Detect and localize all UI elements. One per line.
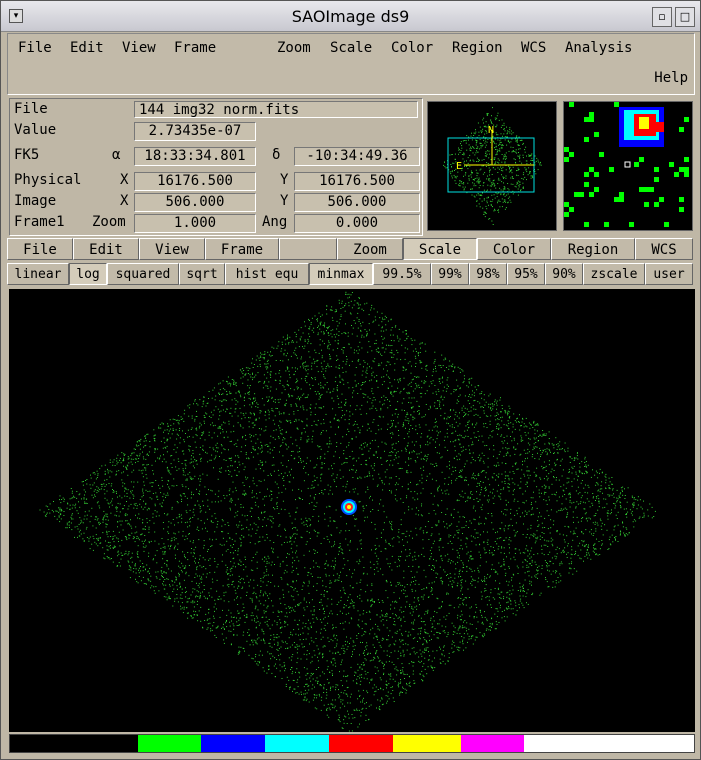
east-label: E [456,161,462,172]
btn-file[interactable]: File [7,238,73,260]
panner-view[interactable]: N E [427,101,557,231]
scale-squared[interactable]: squared [107,263,179,285]
value-label: Value [14,122,57,138]
zoom-label: Zoom [92,214,126,230]
physical-y-label: Y [280,172,289,188]
panner-svg: N E [443,107,542,225]
menu-help[interactable]: Help [654,70,688,86]
image-svg [39,291,656,732]
colorbar-segment [201,735,266,752]
ang-label: Ang [262,214,288,230]
ang-value: 0.000 [294,214,420,233]
colorbar-segment [524,735,694,752]
scale-minmax[interactable]: minmax [309,263,373,285]
scale-90[interactable]: 90% [545,263,583,285]
menu-analysis[interactable]: Analysis [565,40,632,56]
frame-label: Frame1 [14,214,65,230]
image-canvas[interactable] [9,289,695,732]
file-value: 144_img32_norm.fits [134,101,418,118]
menu-scale[interactable]: Scale [330,40,372,56]
image-x-label: X [120,193,129,209]
menu-frame[interactable]: Frame [174,40,216,56]
title-bar: ▾ SAOImage ds9 ▫ □ [1,1,700,32]
value-value: 2.73435e-07 [134,122,256,141]
colorbar[interactable] [9,734,695,753]
btn-color[interactable]: Color [477,238,551,260]
image-y-label: Y [280,193,289,209]
menu-region[interactable]: Region [452,40,503,56]
menu-view[interactable]: View [122,40,156,56]
menu-color[interactable]: Color [391,40,433,56]
btn-edit[interactable]: Edit [73,238,139,260]
btn-blank[interactable] [279,238,337,260]
physical-y-value: 16176.500 [294,172,420,191]
info-panel: File 144_img32_norm.fits Value 2.73435e-… [9,98,423,236]
scale-98[interactable]: 98% [469,263,507,285]
scale-99[interactable]: 99% [431,263,469,285]
menu-file[interactable]: File [18,40,52,56]
alpha-label: α [112,147,121,163]
north-label: N [488,125,494,136]
scale-log[interactable]: log [69,263,107,285]
delta-value: -10:34:49.36 [294,147,420,166]
menu-zoom[interactable]: Zoom [277,40,311,56]
physical-label: Physical [14,172,82,188]
image-x-value: 506.000 [134,193,256,212]
scale-hist-equ[interactable]: hist equ [225,263,309,285]
image-y-value: 506.000 [294,193,420,212]
colorbar-segment [460,735,525,752]
btn-frame[interactable]: Frame [205,238,279,260]
scale-user[interactable]: user [645,263,693,285]
scale-zscale[interactable]: zscale [583,263,645,285]
maximize-button[interactable]: □ [675,7,695,27]
menu-bar: File Edit View Frame Zoom Scale Color Re… [7,33,695,95]
fk5-label: FK5 [14,147,40,163]
physical-x-value: 16176.500 [134,172,256,191]
delta-label: δ [272,147,281,163]
alpha-value: 18:33:34.801 [134,147,256,166]
btn-zoom[interactable]: Zoom [337,238,403,260]
ds9-window: ▾ SAOImage ds9 ▫ □ File Edit View Frame … [0,0,701,760]
scale-linear[interactable]: linear [7,263,69,285]
magnifier-view [563,101,693,231]
colorbar-segment [329,735,393,752]
btn-wcs[interactable]: WCS [635,238,693,260]
colorbar-segment [137,735,202,752]
scale-95[interactable]: 95% [507,263,545,285]
btn-scale[interactable]: Scale [403,238,477,260]
minimize-button[interactable]: ▫ [652,7,672,27]
colorbar-segment [265,735,330,752]
source-peak [347,505,351,509]
button-bar: File Edit View Frame Zoom Scale Color Re… [7,238,693,262]
menu-edit[interactable]: Edit [70,40,104,56]
scale-99-5[interactable]: 99.5% [373,263,431,285]
menu-wcs[interactable]: WCS [521,40,546,56]
window-title: SAOImage ds9 [291,7,410,26]
colorbar-segment [392,735,461,752]
scale-bar: linear log squared sqrt hist equ minmax … [7,263,693,287]
scale-sqrt[interactable]: sqrt [179,263,225,285]
file-label: File [14,101,48,117]
physical-x-label: X [120,172,129,188]
btn-view[interactable]: View [139,238,205,260]
colorbar-segment [10,735,138,752]
magnifier-cursor [624,161,631,168]
magnifier-svg [564,102,689,227]
image-label: Image [14,193,57,209]
btn-region[interactable]: Region [551,238,635,260]
zoom-value: 1.000 [134,214,256,233]
